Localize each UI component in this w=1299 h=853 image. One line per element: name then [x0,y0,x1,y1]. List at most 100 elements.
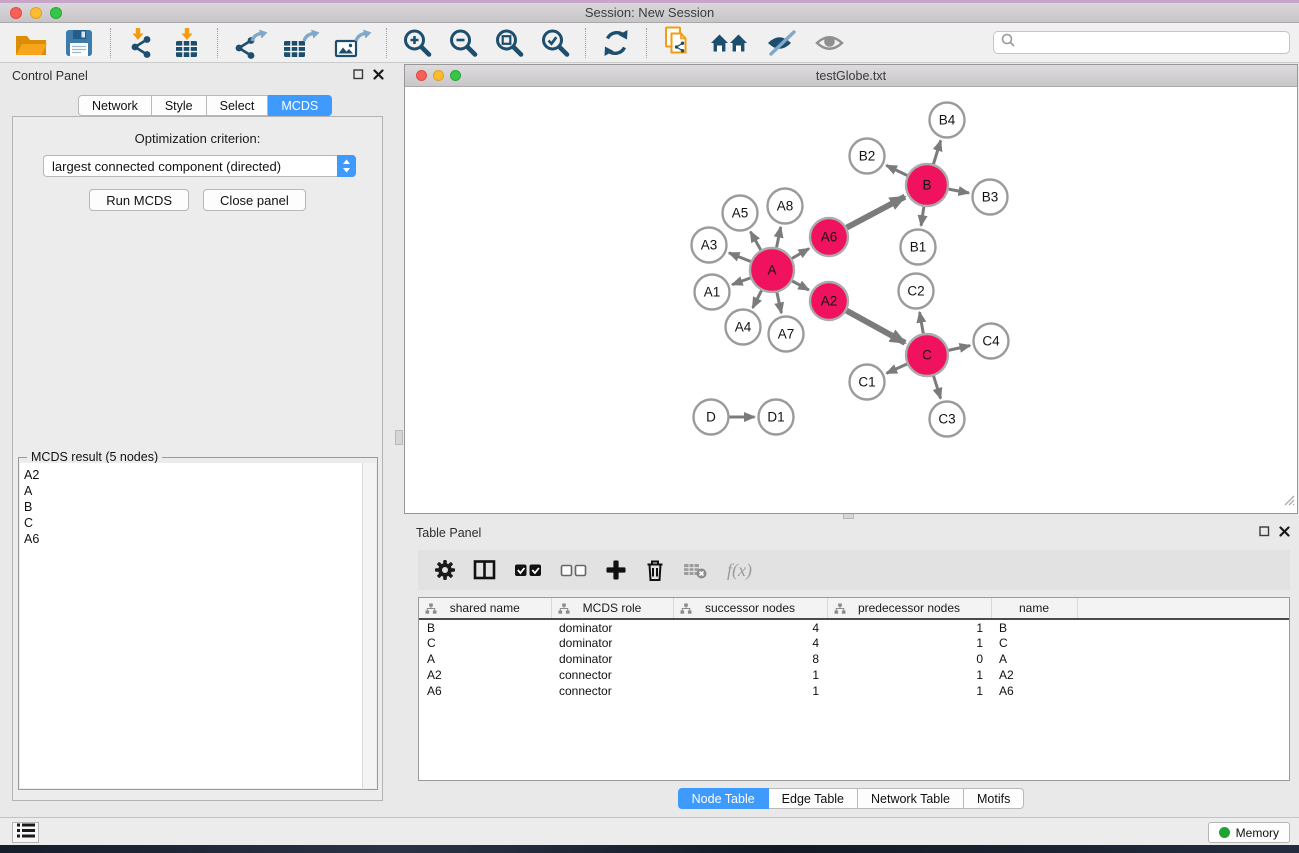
graph-node-D1[interactable]: D1 [759,400,794,435]
cytoscape-homes-icon[interactable] [709,28,751,58]
float-panel-icon[interactable] [353,67,364,85]
criterion-dropdown[interactable]: largest connected component (directed) [43,155,356,177]
table-cell[interactable]: 4 [673,635,827,651]
graph-node-C3[interactable]: C3 [930,402,965,437]
tab-style[interactable]: Style [152,95,207,116]
show-graphics-icon[interactable] [813,28,847,58]
network-from-file-icon[interactable] [661,26,695,60]
memory-button[interactable]: Memory [1208,822,1290,843]
graph-node-C4[interactable]: C4 [974,324,1009,359]
mcds-result-item[interactable]: A [24,483,362,499]
tab-node-table[interactable]: Node Table [678,788,769,809]
close-table-panel-icon[interactable] [1279,524,1290,542]
graph-node-A2[interactable]: A2 [810,282,848,320]
export-table-icon[interactable] [282,27,320,59]
vertical-splitter-handle[interactable] [395,430,403,445]
minimize-window-light[interactable] [30,7,42,19]
column-view-icon[interactable] [473,559,497,581]
close-panel-icon[interactable] [373,67,384,85]
table-cell[interactable]: A2 [991,667,1077,683]
network-canvas[interactable]: AA1A2A3A4A5A6A7A8BB1B2B3B4CC1C2C3C4DD1 [405,87,1297,513]
export-network-icon[interactable] [232,27,268,59]
select-all-icon[interactable] [514,559,543,581]
table-cell[interactable]: dominator [551,635,673,651]
table-cell[interactable]: 1 [827,635,991,651]
graph-node-A[interactable]: A [750,248,794,292]
resize-grip-icon[interactable] [1281,492,1295,511]
graph-node-A5[interactable]: A5 [723,196,758,231]
result-scrollbar[interactable] [363,463,376,788]
graph-node-B4[interactable]: B4 [930,103,965,138]
export-image-icon[interactable] [334,27,372,59]
table-cell[interactable]: 8 [673,651,827,667]
table-cell[interactable]: dominator [551,619,673,635]
tab-mcds[interactable]: MCDS [268,95,332,116]
column-header-shared-name[interactable]: shared name [419,598,551,619]
table-cell[interactable]: connector [551,683,673,699]
graph-node-A6[interactable]: A6 [810,218,848,256]
tab-edge-table[interactable]: Edge Table [769,788,858,809]
column-header-name[interactable]: name [991,598,1077,619]
float-table-panel-icon[interactable] [1259,524,1270,542]
search-input[interactable] [1016,34,1283,52]
deselect-all-icon[interactable] [560,559,588,581]
delete-table-icon[interactable] [683,560,709,580]
table-row[interactable]: A6connector11A6 [419,683,1289,699]
network-close-light[interactable] [416,70,427,81]
table-cell[interactable]: 1 [827,619,991,635]
table-cell[interactable]: dominator [551,651,673,667]
tab-network-table[interactable]: Network Table [858,788,964,809]
table-cell[interactable]: A2 [419,667,551,683]
graph-node-C1[interactable]: C1 [850,365,885,400]
table-cell[interactable]: A [991,651,1077,667]
graph-node-B2[interactable]: B2 [850,139,885,174]
graph-node-D[interactable]: D [694,400,729,435]
graph-node-C2[interactable]: C2 [899,274,934,309]
table-cell[interactable]: 4 [673,619,827,635]
network-zoom-light[interactable] [450,70,461,81]
table-cell[interactable]: A6 [991,683,1077,699]
column-header-predecessor-nodes[interactable]: predecessor nodes [827,598,991,619]
network-minimize-light[interactable] [433,70,444,81]
table-row[interactable]: Bdominator41B [419,619,1289,635]
import-table-icon[interactable] [171,27,203,59]
table-cell[interactable]: 0 [827,651,991,667]
run-mcds-button[interactable]: Run MCDS [89,189,189,211]
table-cell[interactable]: 1 [673,667,827,683]
table-cell[interactable]: 1 [673,683,827,699]
table-cell[interactable]: A6 [419,683,551,699]
graph-node-B3[interactable]: B3 [973,180,1008,215]
column-header-MCDS-role[interactable]: MCDS role [551,598,673,619]
table-cell[interactable]: 1 [827,683,991,699]
hide-annotations-icon[interactable] [765,28,799,58]
table-cell[interactable]: B [419,619,551,635]
graph-node-A4[interactable]: A4 [726,310,761,345]
task-history-button[interactable] [12,822,39,843]
open-session-icon[interactable] [14,27,48,59]
close-panel-button[interactable]: Close panel [203,189,306,211]
table-cell[interactable]: C [419,635,551,651]
delete-entry-icon[interactable] [644,558,666,582]
graph-node-A7[interactable]: A7 [769,317,804,352]
import-network-icon[interactable] [125,27,157,59]
close-window-light[interactable] [10,7,22,19]
mcds-result-item[interactable]: A2 [24,467,362,483]
table-cell[interactable]: connector [551,667,673,683]
zoom-fit-icon[interactable] [493,27,525,59]
table-row[interactable]: Cdominator41C [419,635,1289,651]
mcds-result-item[interactable]: A6 [24,531,362,547]
tab-network[interactable]: Network [78,95,152,116]
table-row[interactable]: Adominator80A [419,651,1289,667]
table-cell[interactable]: C [991,635,1077,651]
refresh-icon[interactable] [600,27,632,59]
zoom-out-icon[interactable] [447,27,479,59]
gear-icon[interactable] [434,559,456,581]
graph-node-A8[interactable]: A8 [768,189,803,224]
graph-node-A3[interactable]: A3 [692,228,727,263]
zoom-selected-icon[interactable] [539,27,571,59]
graph-node-B1[interactable]: B1 [901,230,936,265]
add-entry-icon[interactable] [605,559,627,581]
table-cell[interactable]: B [991,619,1077,635]
graph-node-A1[interactable]: A1 [695,275,730,310]
zoom-in-icon[interactable] [401,27,433,59]
